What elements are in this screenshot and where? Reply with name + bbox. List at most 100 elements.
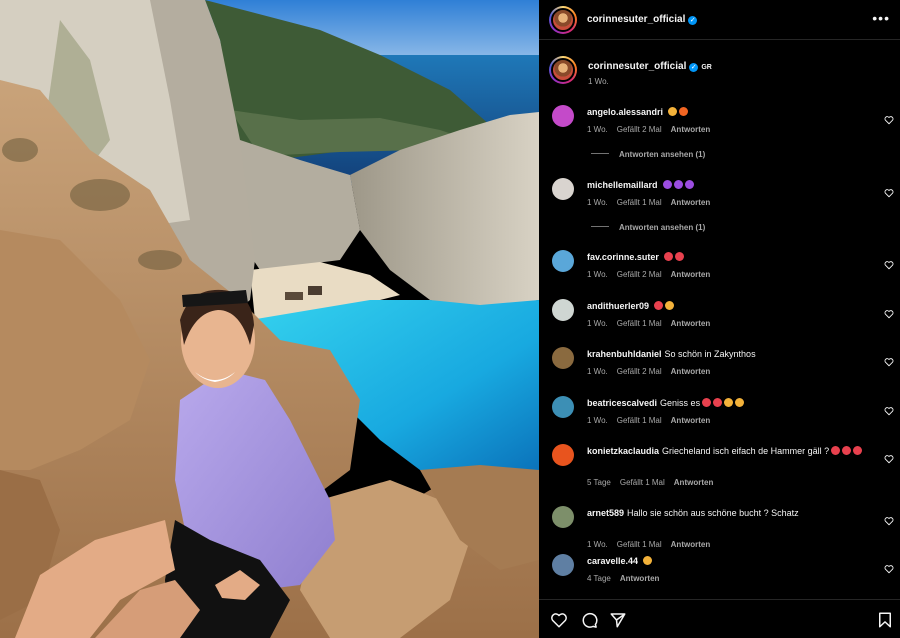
- like-comment-heart-icon[interactable]: [884, 451, 894, 464]
- like-comment-heart-icon[interactable]: [884, 112, 894, 125]
- comment-meta: 1 Wo. Gefällt 1 Mal Antworten: [587, 319, 719, 328]
- commenter-username[interactable]: andithuerler09: [587, 301, 649, 311]
- reply-button[interactable]: Antworten: [620, 574, 660, 583]
- comment-likes[interactable]: Gefällt 1 Mal: [620, 478, 665, 487]
- comment-meta: 1 Wo. Gefällt 1 Mal Antworten: [587, 540, 719, 549]
- post-detail-panel: corinnesuter_official ✓ ••• corinnesuter_…: [539, 0, 900, 638]
- comment-icon[interactable]: [580, 611, 598, 629]
- emoji-icon: [831, 446, 841, 455]
- comment-likes[interactable]: Gefällt 1 Mal: [617, 319, 662, 328]
- view-replies-button[interactable]: Antworten ansehen (1): [591, 223, 705, 232]
- comment-meta: 4 Tage Antworten: [587, 574, 668, 583]
- like-comment-heart-icon[interactable]: [884, 561, 894, 574]
- commenter-avatar[interactable]: [552, 178, 574, 200]
- reply-button[interactable]: Antworten: [671, 198, 711, 207]
- comment-time: 1 Wo.: [587, 540, 608, 549]
- comment-time: 4 Tage: [587, 574, 611, 583]
- author-username[interactable]: corinnesuter_official ✓: [587, 14, 698, 25]
- like-comment-heart-icon[interactable]: [884, 306, 894, 319]
- like-comment-heart-icon[interactable]: [884, 403, 894, 416]
- comment-likes[interactable]: Gefällt 2 Mal: [617, 125, 662, 134]
- commenter-username[interactable]: konietzkaclaudia: [587, 446, 659, 456]
- comment-likes[interactable]: Gefällt 1 Mal: [617, 416, 662, 425]
- commenter-username[interactable]: beatricescalvedi: [587, 398, 657, 408]
- view-replies-label[interactable]: Antworten ansehen (1): [619, 223, 705, 232]
- commenter-username[interactable]: michellemaillard: [587, 180, 658, 190]
- commenter-avatar[interactable]: [552, 396, 574, 418]
- reply-button[interactable]: Antworten: [671, 319, 711, 328]
- comment-text: angelo.alessandri: [587, 106, 872, 119]
- comment-body: So schön in Zakynthos: [664, 349, 756, 359]
- caption-author-avatar[interactable]: [549, 56, 577, 84]
- commenter-avatar[interactable]: [552, 299, 574, 321]
- commenter-avatar[interactable]: [552, 554, 574, 576]
- heart-icon[interactable]: [550, 611, 568, 629]
- caption-username-text[interactable]: corinnesuter_official: [588, 61, 686, 72]
- bookmark-icon[interactable]: [876, 611, 894, 629]
- post-photo[interactable]: [0, 0, 539, 638]
- comment-likes[interactable]: Gefällt 1 Mal: [617, 540, 662, 549]
- comment-time: 1 Wo.: [587, 367, 608, 376]
- share-icon[interactable]: [609, 611, 627, 629]
- author-username-text[interactable]: corinnesuter_official: [587, 14, 685, 25]
- comment-time: 1 Wo.: [587, 125, 608, 134]
- emoji-icon: [668, 107, 678, 116]
- emoji-icon: [679, 107, 689, 116]
- comment-meta: 1 Wo. Gefällt 2 Mal Antworten: [587, 367, 719, 376]
- emoji-icon: [724, 398, 734, 407]
- commenter-username[interactable]: fav.corinne.suter: [587, 252, 659, 262]
- emoji-icon: [702, 398, 712, 407]
- commenter-username[interactable]: krahenbuhldaniel: [587, 349, 662, 359]
- verified-badge-icon: ✓: [689, 63, 699, 72]
- author-avatar[interactable]: [549, 6, 577, 34]
- replies-divider: [591, 226, 609, 227]
- comment-meta: 1 Wo. Gefällt 1 Mal Antworten: [587, 198, 719, 207]
- comment-text: fav.corinne.suter: [587, 251, 872, 264]
- emoji-icon: [643, 556, 653, 565]
- reply-button[interactable]: Antworten: [671, 416, 711, 425]
- like-comment-heart-icon[interactable]: [884, 185, 894, 198]
- view-replies-button[interactable]: Antworten ansehen (1): [591, 150, 705, 159]
- comment-text: michellemaillard: [587, 179, 872, 192]
- emoji-icon: [654, 301, 664, 310]
- more-options-icon[interactable]: •••: [872, 10, 890, 26]
- emoji-icon: [663, 252, 673, 261]
- comment-text: arnet589 Hallo sie schön aus schöne bucht…: [587, 507, 872, 520]
- emoji-icon: [842, 446, 852, 455]
- reply-button[interactable]: Antworten: [671, 125, 711, 134]
- commenter-avatar[interactable]: [552, 250, 574, 272]
- commenter-avatar[interactable]: [552, 105, 574, 127]
- like-comment-heart-icon[interactable]: [884, 257, 894, 270]
- comment-likes[interactable]: Gefällt 1 Mal: [617, 198, 662, 207]
- reply-button[interactable]: Antworten: [671, 367, 711, 376]
- emoji-icon: [662, 180, 672, 189]
- commenter-avatar[interactable]: [552, 506, 574, 528]
- emoji-icon: [684, 180, 694, 189]
- caption-time: 1 Wo.: [588, 77, 609, 86]
- comment-likes[interactable]: Gefällt 2 Mal: [617, 367, 662, 376]
- commenter-avatar[interactable]: [552, 444, 574, 466]
- comment-body: Hallo sie schön aus schöne bucht ? Schat…: [627, 508, 799, 518]
- commenter-username[interactable]: caravelle.44: [587, 556, 638, 566]
- caption-author-username[interactable]: corinnesuter_official ✓ GR: [588, 61, 712, 72]
- comment-body: Griecheland isch eifach de Hammer gäll ?: [662, 446, 830, 456]
- commenter-avatar[interactable]: [552, 347, 574, 369]
- comment-text: andithuerler09: [587, 300, 872, 313]
- comment-meta: 1 Wo. Gefällt 2 Mal Antworten: [587, 125, 719, 134]
- reply-button[interactable]: Antworten: [674, 478, 714, 487]
- comment-text: caravelle.44: [587, 555, 872, 568]
- comment-meta: 1 Wo. Gefällt 1 Mal Antworten: [587, 416, 719, 425]
- comment-time: 1 Wo.: [587, 198, 608, 207]
- emoji-icon: [735, 398, 745, 407]
- action-bar: [539, 599, 900, 638]
- commenter-username[interactable]: arnet589: [587, 508, 624, 518]
- emoji-icon: [853, 446, 863, 455]
- comment-body: Geniss es: [660, 398, 701, 408]
- comment-likes[interactable]: Gefällt 2 Mal: [617, 270, 662, 279]
- commenter-username[interactable]: angelo.alessandri: [587, 107, 663, 117]
- view-replies-label[interactable]: Antworten ansehen (1): [619, 150, 705, 159]
- reply-button[interactable]: Antworten: [671, 270, 711, 279]
- like-comment-heart-icon[interactable]: [884, 354, 894, 367]
- reply-button[interactable]: Antworten: [671, 540, 711, 549]
- like-comment-heart-icon[interactable]: [884, 513, 894, 526]
